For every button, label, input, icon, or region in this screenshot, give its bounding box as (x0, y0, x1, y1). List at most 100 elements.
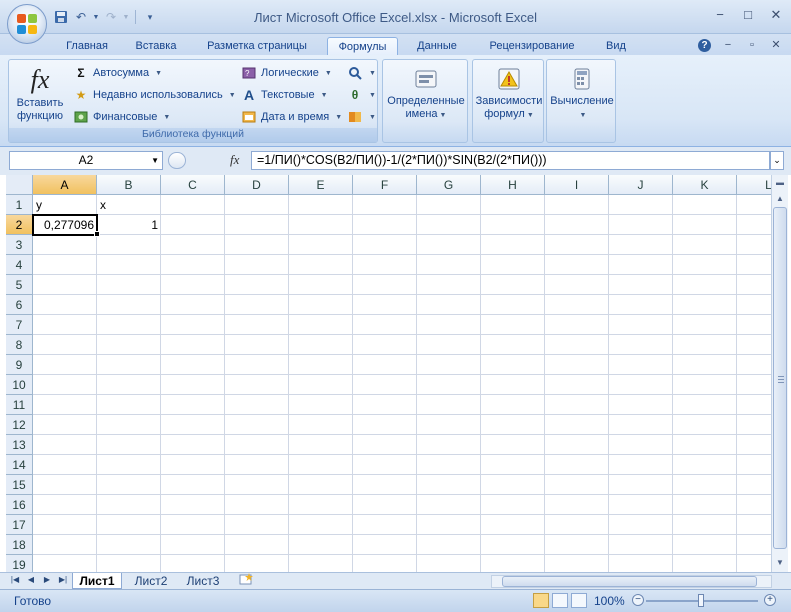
row-header-3[interactable]: 3 (6, 235, 33, 255)
minimize-icon[interactable]: − (713, 8, 727, 22)
column-header-e[interactable]: E (289, 175, 353, 195)
expand-formula-bar-icon[interactable]: ⌄ (770, 151, 784, 170)
tab-insert[interactable]: Вставка (128, 37, 184, 56)
tab-page-layout[interactable]: Разметка страницы (195, 37, 319, 56)
row-header-9[interactable]: 9 (6, 355, 33, 375)
financial-functions-button[interactable]: Финансовые ▼ (73, 107, 170, 127)
cell-b1[interactable]: x (97, 195, 161, 215)
row-header-7[interactable]: 7 (6, 315, 33, 335)
name-box-dropdown-icon[interactable]: ▼ (151, 152, 159, 169)
sheet-navigation: |◀ ◀ ▶ ▶| (8, 575, 70, 584)
row-header-14[interactable]: 14 (6, 455, 33, 475)
horizontal-scroll-thumb[interactable] (502, 576, 757, 587)
fill-handle[interactable] (94, 231, 100, 237)
row-header-2[interactable]: 2 (6, 215, 33, 235)
insert-function-button[interactable]: fx Вставить функцию (13, 66, 67, 123)
column-header-l[interactable]: L (737, 175, 771, 195)
insert-sheet-icon[interactable] (232, 573, 260, 589)
tab-view[interactable]: Вид (597, 37, 635, 56)
logical-functions-button[interactable]: ? Логические ▼ (241, 63, 332, 83)
financial-label: Финансовые (93, 111, 158, 123)
row-header-13[interactable]: 13 (6, 435, 33, 455)
row-header-15[interactable]: 15 (6, 475, 33, 495)
office-button[interactable] (7, 4, 47, 44)
column-header-d[interactable]: D (225, 175, 289, 195)
formula-input[interactable]: =1/ПИ()*COS(B2/ПИ())-1/(2*ПИ())*SIN(B2/(… (251, 151, 770, 170)
doc-minimize-icon[interactable]: − (721, 38, 735, 52)
last-sheet-icon[interactable]: ▶| (56, 575, 70, 584)
title-bar: ↶ ▼ ↷ ▼ ▾ Лист Microsoft Office Excel.xl… (0, 0, 791, 34)
doc-close-icon[interactable]: ✕ (769, 38, 783, 52)
column-header-c[interactable]: C (161, 175, 225, 195)
math-functions-button[interactable]: θ ▼ (347, 85, 376, 105)
normal-view-icon[interactable] (533, 593, 549, 608)
cell-a1[interactable]: y (33, 195, 97, 215)
prev-sheet-icon[interactable]: ◀ (24, 575, 38, 584)
row-header-4[interactable]: 4 (6, 255, 33, 275)
more-functions-button[interactable]: ▼ (347, 107, 376, 127)
close-icon[interactable]: ✕ (769, 8, 783, 22)
chevron-down-icon: ▼ (324, 69, 332, 77)
row-header-17[interactable]: 17 (6, 515, 33, 535)
row-header-16[interactable]: 16 (6, 495, 33, 515)
row-header-12[interactable]: 12 (6, 415, 33, 435)
zoom-in-icon[interactable]: + (764, 594, 776, 606)
page-break-view-icon[interactable] (571, 593, 587, 608)
vertical-scroll-thumb[interactable] (773, 207, 787, 549)
column-header-f[interactable]: F (353, 175, 417, 195)
tab-review[interactable]: Рецензирование (476, 37, 588, 56)
calculation-button[interactable]: Вычисление ▼ (547, 66, 617, 122)
help-icon[interactable]: ? (698, 38, 711, 52)
page-layout-view-icon[interactable] (552, 593, 568, 608)
row-header-6[interactable]: 6 (6, 295, 33, 315)
column-header-h[interactable]: H (481, 175, 545, 195)
column-header-i[interactable]: I (545, 175, 609, 195)
row-header-1[interactable]: 1 (6, 195, 33, 215)
tab-formulas[interactable]: Формулы (327, 37, 398, 56)
doc-restore-icon[interactable]: ▫ (745, 38, 759, 52)
row-header-5[interactable]: 5 (6, 275, 33, 295)
sheet-tab-3[interactable]: Лист3 (178, 573, 228, 589)
autosum-button[interactable]: Σ Автосумма ▼ (73, 63, 162, 83)
zoom-slider-thumb[interactable] (698, 594, 704, 607)
sheet-tab-1[interactable]: Лист1 (72, 573, 122, 589)
formula-bar-splitter[interactable] (168, 152, 186, 169)
horizontal-scrollbar[interactable] (491, 575, 772, 588)
row-header-11[interactable]: 11 (6, 395, 33, 415)
name-box[interactable]: A2 ▼ (9, 151, 163, 170)
defined-names-button[interactable]: Определенные имена ▼ (385, 66, 467, 122)
worksheet-grid[interactable]: A B C D E F G H I J K L 1 2 3 4 5 6 7 8 … (6, 175, 771, 572)
maximize-icon[interactable]: □ (741, 8, 755, 22)
vertical-scrollbar[interactable]: ▬ ▲ ▼ (771, 175, 788, 572)
tab-home[interactable]: Главная (57, 37, 117, 56)
sheet-tab-2[interactable]: Лист2 (126, 573, 176, 589)
first-sheet-icon[interactable]: |◀ (8, 575, 22, 584)
column-header-g[interactable]: G (417, 175, 481, 195)
column-header-k[interactable]: K (673, 175, 737, 195)
row-header-18[interactable]: 18 (6, 535, 33, 555)
insert-function-fx-icon[interactable]: fx (230, 152, 239, 168)
scroll-down-icon[interactable]: ▼ (772, 555, 788, 571)
active-cell-outline (32, 214, 98, 236)
office-logo-icon (17, 14, 37, 34)
lookup-functions-button[interactable]: ▼ (347, 63, 376, 83)
zoom-level[interactable]: 100% (594, 594, 625, 608)
row-header-10[interactable]: 10 (6, 375, 33, 395)
column-header-b[interactable]: B (97, 175, 161, 195)
text-functions-button[interactable]: A Текстовые ▼ (241, 85, 328, 105)
next-sheet-icon[interactable]: ▶ (40, 575, 54, 584)
text-a-icon: A (243, 87, 255, 103)
tab-data[interactable]: Данные (408, 37, 466, 56)
formula-dependencies-button[interactable]: Зависимости формул ▼ (473, 66, 545, 122)
zoom-out-icon[interactable]: − (632, 594, 644, 606)
column-header-j[interactable]: J (609, 175, 673, 195)
datetime-functions-button[interactable]: Дата и время ▼ (241, 107, 342, 127)
row-header-19[interactable]: 19 (6, 555, 33, 572)
recent-functions-button[interactable]: ★ Недавно использовались ▼ (73, 85, 236, 105)
scroll-split-handle[interactable]: ▬ (772, 175, 788, 191)
column-header-a[interactable]: A (33, 175, 97, 195)
row-header-8[interactable]: 8 (6, 335, 33, 355)
cell-b2[interactable]: 1 (97, 215, 161, 235)
select-all-corner[interactable] (6, 175, 33, 195)
scroll-up-icon[interactable]: ▲ (772, 191, 788, 207)
